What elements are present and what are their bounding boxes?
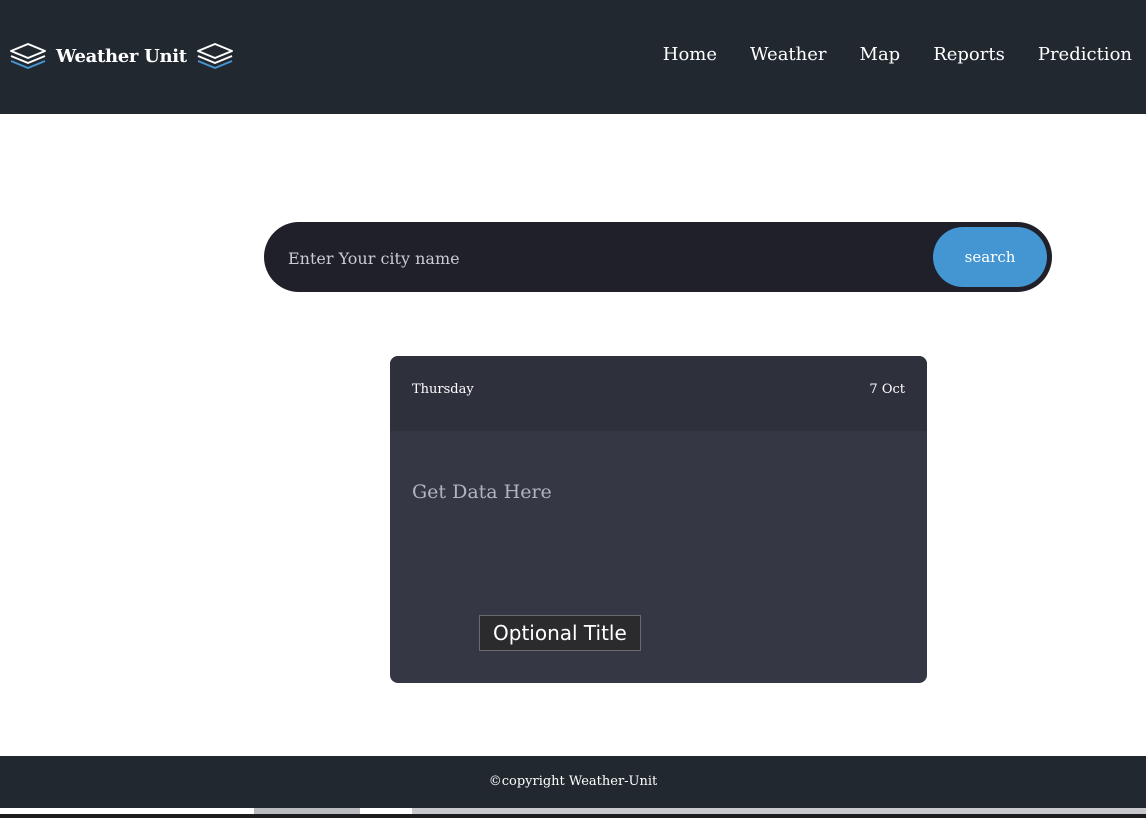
page: Weather Unit Home Weather Map Reports Pr… [0,0,1146,818]
nav-link-reports[interactable]: Reports [933,44,1005,65]
card-placeholder-text: Get Data Here [412,481,552,503]
card-date: 7 Oct [869,382,905,397]
strip-edge [0,814,1146,818]
bottom-strip [0,808,1146,818]
nav-link-weather[interactable]: Weather [750,44,827,65]
brand-name: Weather Unit [56,45,187,67]
navbar: Weather Unit Home Weather Map Reports Pr… [0,0,1146,114]
layers-icon [195,41,235,71]
nav-link-prediction[interactable]: Prediction [1038,44,1132,65]
brand[interactable]: Weather Unit [8,38,235,74]
footer-copyright: ©copyright Weather-Unit [488,774,658,789]
card-day: Thursday [412,382,474,397]
weather-card: Thursday 7 Oct Get Data Here Optional Ti… [390,356,927,683]
layers-icon [8,41,48,71]
search-button[interactable]: search [933,227,1047,287]
card-header: Thursday 7 Oct [390,356,927,431]
city-search-input[interactable] [286,240,910,276]
nav-links: Home Weather Map Reports Prediction [663,44,1132,65]
nav-link-map[interactable]: Map [860,44,901,65]
nav-link-home[interactable]: Home [663,44,717,65]
footer: ©copyright Weather-Unit [0,756,1146,808]
tooltip: Optional Title [479,615,641,651]
search-bar: search [264,222,1052,292]
